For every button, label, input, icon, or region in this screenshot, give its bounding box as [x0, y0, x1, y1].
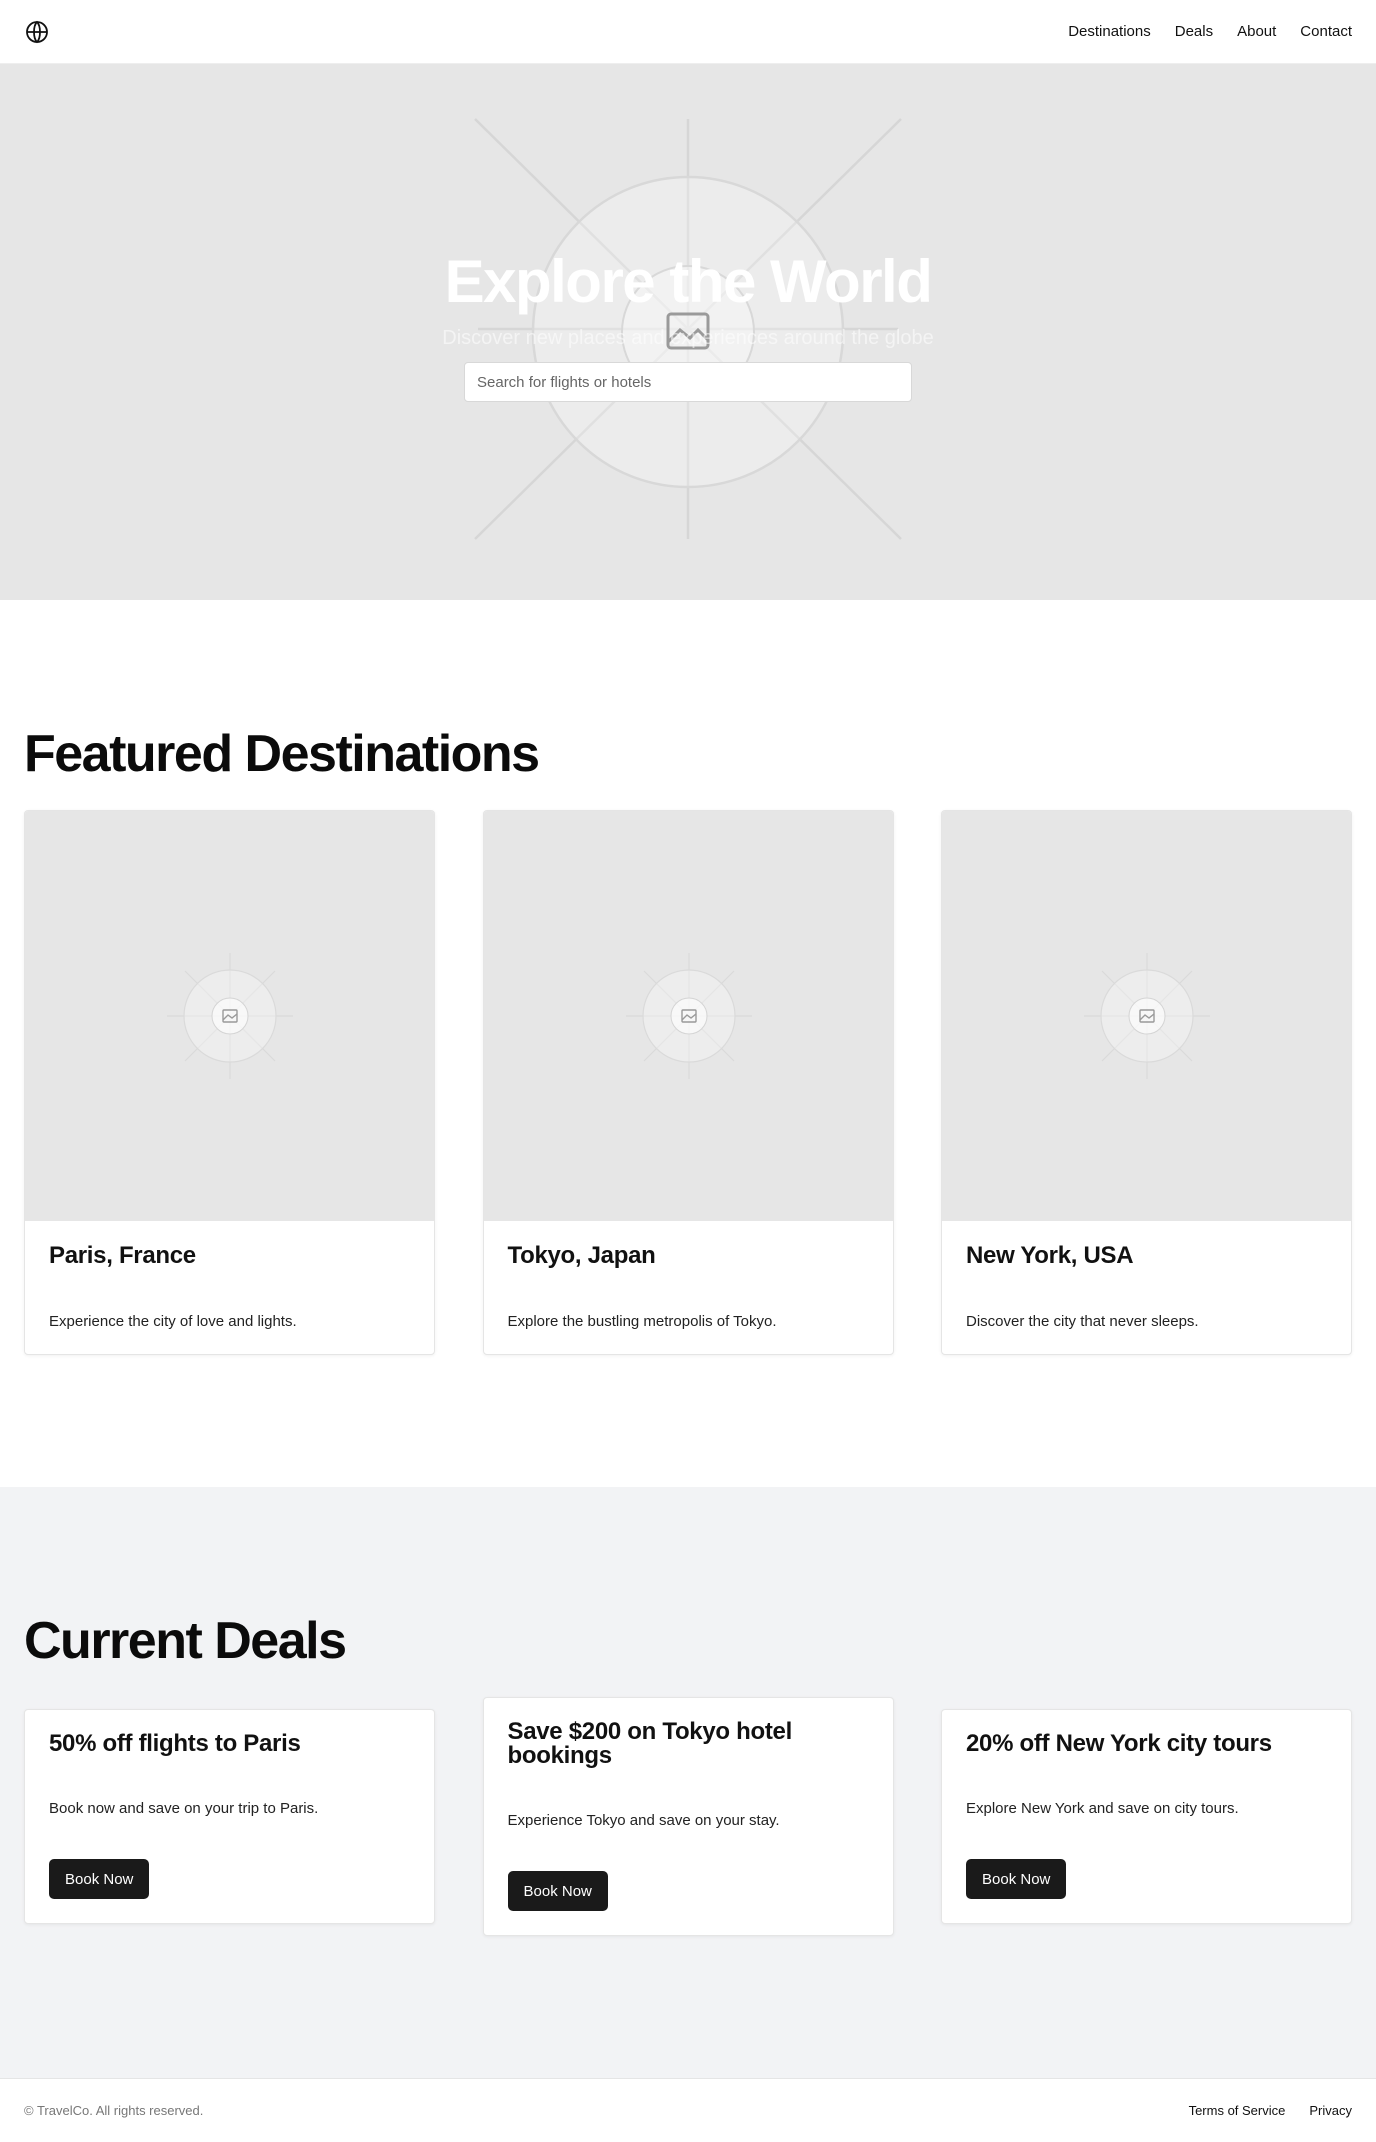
- destination-card-tokyo[interactable]: Tokyo, Japan Explore the bustling metrop…: [482, 810, 894, 1356]
- nav-links: Destinations Deals About Contact: [1068, 23, 1352, 40]
- footer-links: Terms of Service Privacy: [1189, 2103, 1352, 2118]
- card-description: Experience the city of love and lights.: [49, 1313, 297, 1331]
- deal-description: Explore New York and save on city tours.: [966, 1800, 1239, 1817]
- deals-title: Current Deals: [24, 1612, 347, 1670]
- nav-link-destinations[interactable]: Destinations: [1068, 23, 1151, 40]
- card-image-placeholder: [25, 811, 434, 1221]
- destination-card-new-york[interactable]: New York, USA Discover the city that nev…: [941, 810, 1352, 1356]
- card-description: Explore the bustling metropolis of Tokyo…: [507, 1313, 777, 1331]
- deal-card-tokyo: Save $200 on Tokyo hotel bookings Experi…: [482, 1697, 894, 1936]
- deal-title: Save $200 on Tokyo hotel bookings: [507, 1718, 793, 1769]
- book-now-button[interactable]: Book Now: [49, 1859, 150, 1899]
- footer: © TravelCo. All rights reserved. Terms o…: [0, 2078, 1376, 2142]
- nav-link-contact[interactable]: Contact: [1300, 23, 1352, 40]
- nav-link-deals[interactable]: Deals: [1175, 23, 1213, 40]
- card-image-placeholder: [483, 811, 893, 1221]
- deal-card-new-york: 20% off New York city tours Explore New …: [941, 1709, 1352, 1924]
- card-image-placeholder: [942, 811, 1351, 1221]
- deal-cards: 50% off flights to Paris Book now and sa…: [24, 1697, 1352, 1936]
- hero-subtitle: Discover new places and experiences arou…: [442, 327, 934, 349]
- hero-title: Explore the World: [444, 248, 933, 315]
- destination-card-paris[interactable]: Paris, France Experience the city of lov…: [24, 810, 435, 1356]
- nav-link-about[interactable]: About: [1237, 23, 1276, 40]
- card-title: Tokyo, Japan: [507, 1242, 656, 1269]
- footer-link-terms[interactable]: Terms of Service: [1189, 2103, 1286, 2118]
- book-now-button[interactable]: Book Now: [966, 1859, 1067, 1899]
- copyright-text: © TravelCo. All rights reserved.: [24, 2103, 204, 2118]
- search-input[interactable]: [464, 362, 912, 402]
- footer-link-privacy[interactable]: Privacy: [1309, 2103, 1352, 2118]
- deal-title: 50% off flights to Paris: [49, 1730, 301, 1757]
- card-title: New York, USA: [966, 1242, 1134, 1269]
- current-deals-section: Current Deals 50% off flights to Paris B…: [0, 1487, 1376, 2078]
- deal-card-paris: 50% off flights to Paris Book now and sa…: [24, 1709, 435, 1924]
- card-title: Paris, France: [49, 1242, 196, 1269]
- deal-description: Book now and save on your trip to Paris.: [49, 1800, 319, 1817]
- hero-section: Explore the World Discover new places an…: [0, 64, 1376, 600]
- deal-title: 20% off New York city tours: [966, 1730, 1272, 1757]
- card-description: Discover the city that never sleeps.: [966, 1313, 1199, 1331]
- featured-destinations-section: Featured Destinations Paris, France Expe…: [0, 725, 1376, 1356]
- book-now-button[interactable]: Book Now: [507, 1871, 608, 1911]
- globe-icon[interactable]: [24, 19, 50, 45]
- destination-cards: Paris, France Experience the city of lov…: [24, 810, 1352, 1356]
- featured-title: Featured Destinations: [24, 725, 540, 783]
- deal-description: Experience Tokyo and save on your stay.: [507, 1812, 780, 1829]
- top-nav: Destinations Deals About Contact: [0, 0, 1376, 64]
